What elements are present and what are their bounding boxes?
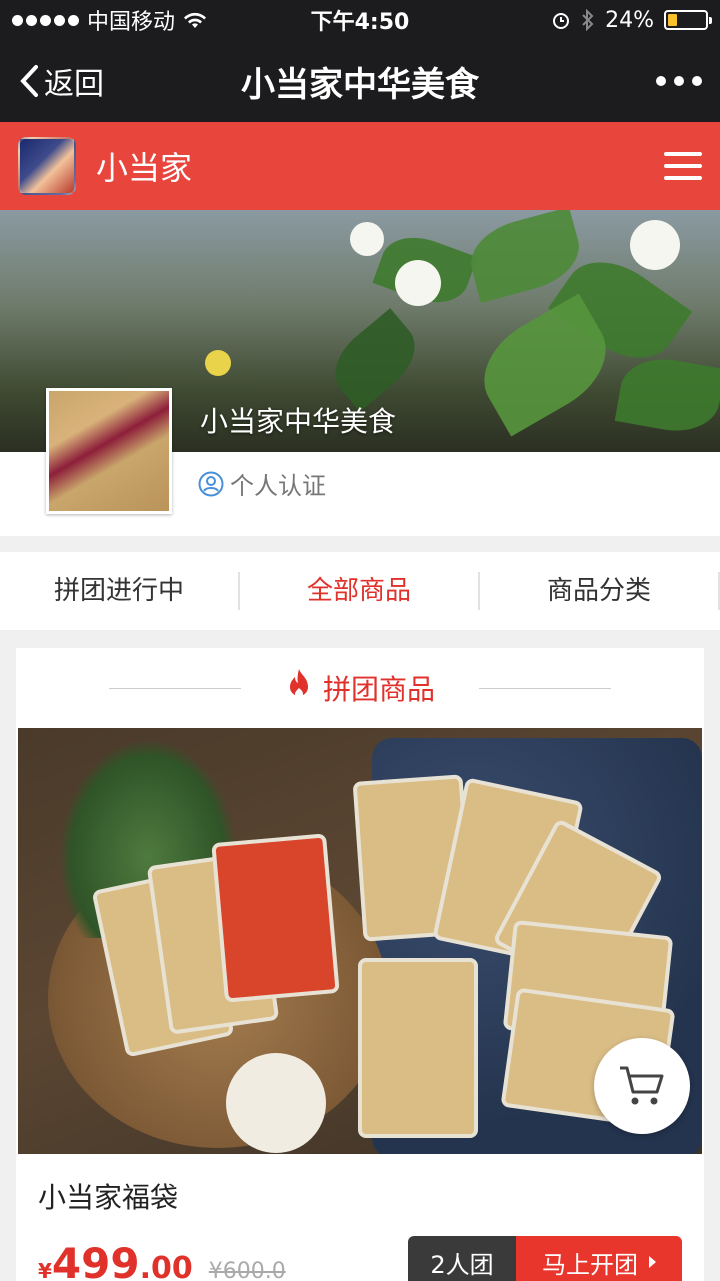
price-decimal: .00 xyxy=(139,1251,193,1281)
shop-header: 小当家 xyxy=(0,122,720,210)
shop-header-left: 小当家 xyxy=(18,137,192,195)
section-header: 拼团商品 xyxy=(16,648,704,728)
caret-right-icon xyxy=(649,1256,656,1268)
fire-icon xyxy=(285,668,313,709)
carrier-label: 中国移动 xyxy=(87,10,176,35)
tab-categories[interactable]: 商品分类 xyxy=(480,572,720,610)
store-avatar[interactable] xyxy=(46,388,172,514)
price-row: ¥499.00 ¥600.0 2人团 马上开团 xyxy=(16,1236,704,1281)
page-title: 小当家中华美食 xyxy=(241,64,479,105)
tab-group-buying[interactable]: 拼团进行中 xyxy=(0,572,240,610)
menu-icon[interactable] xyxy=(664,152,702,180)
nav-bar: 返回 小当家中华美食 xyxy=(0,40,720,122)
status-right: 24% xyxy=(551,7,712,33)
group-buy-actions: 2人团 马上开团 xyxy=(408,1236,682,1281)
profile-strip: 个人认证 xyxy=(0,388,720,536)
verification-badge: 个人认证 xyxy=(198,466,326,501)
battery-icon xyxy=(664,10,712,30)
more-button[interactable] xyxy=(656,76,702,86)
product-card: 拼团商品 小当家福袋 ¥499.00 ¥600.0 2人团 马上开团 xyxy=(16,648,704,1281)
signal-icon xyxy=(12,14,79,26)
status-left: 中国移动 xyxy=(12,4,207,36)
back-label: 返回 xyxy=(44,67,104,102)
shop-name: 小当家 xyxy=(96,149,193,187)
current-price: ¥499.00 xyxy=(38,1239,193,1281)
shop-logo[interactable] xyxy=(18,137,76,195)
wifi-icon xyxy=(184,12,207,28)
open-group-button[interactable]: 马上开团 xyxy=(516,1236,682,1281)
bluetooth-icon xyxy=(582,9,594,31)
original-price: ¥600.0 xyxy=(208,1259,286,1281)
currency-symbol: ¥ xyxy=(38,1259,52,1281)
product-name[interactable]: 小当家福袋 xyxy=(16,1154,704,1216)
open-group-label: 马上开团 xyxy=(542,1250,638,1279)
cart-icon xyxy=(620,1066,664,1105)
user-verify-icon xyxy=(198,471,224,496)
chevron-left-icon xyxy=(20,65,38,97)
store-title: 小当家中华美食 xyxy=(200,405,397,438)
divider xyxy=(108,687,241,689)
cart-button[interactable] xyxy=(594,1038,690,1134)
divider xyxy=(479,687,611,689)
alarm-icon xyxy=(553,13,570,29)
status-bar: 中国移动 下午4:50 24% xyxy=(0,0,720,40)
back-button[interactable]: 返回 xyxy=(18,59,104,103)
battery-fill xyxy=(668,14,677,26)
tab-bar: 拼团进行中 全部商品 商品分类 xyxy=(0,552,720,630)
tab-all-products[interactable]: 全部商品 xyxy=(240,572,480,610)
section-title: 拼团商品 xyxy=(285,668,435,709)
verify-label: 个人认证 xyxy=(230,472,326,500)
group-size-badge: 2人团 xyxy=(408,1236,516,1281)
price-integer: 499 xyxy=(51,1239,140,1281)
section-title-label: 拼团商品 xyxy=(322,673,435,706)
battery-label: 24% xyxy=(605,7,654,33)
price-block: ¥499.00 ¥600.0 xyxy=(38,1239,286,1281)
